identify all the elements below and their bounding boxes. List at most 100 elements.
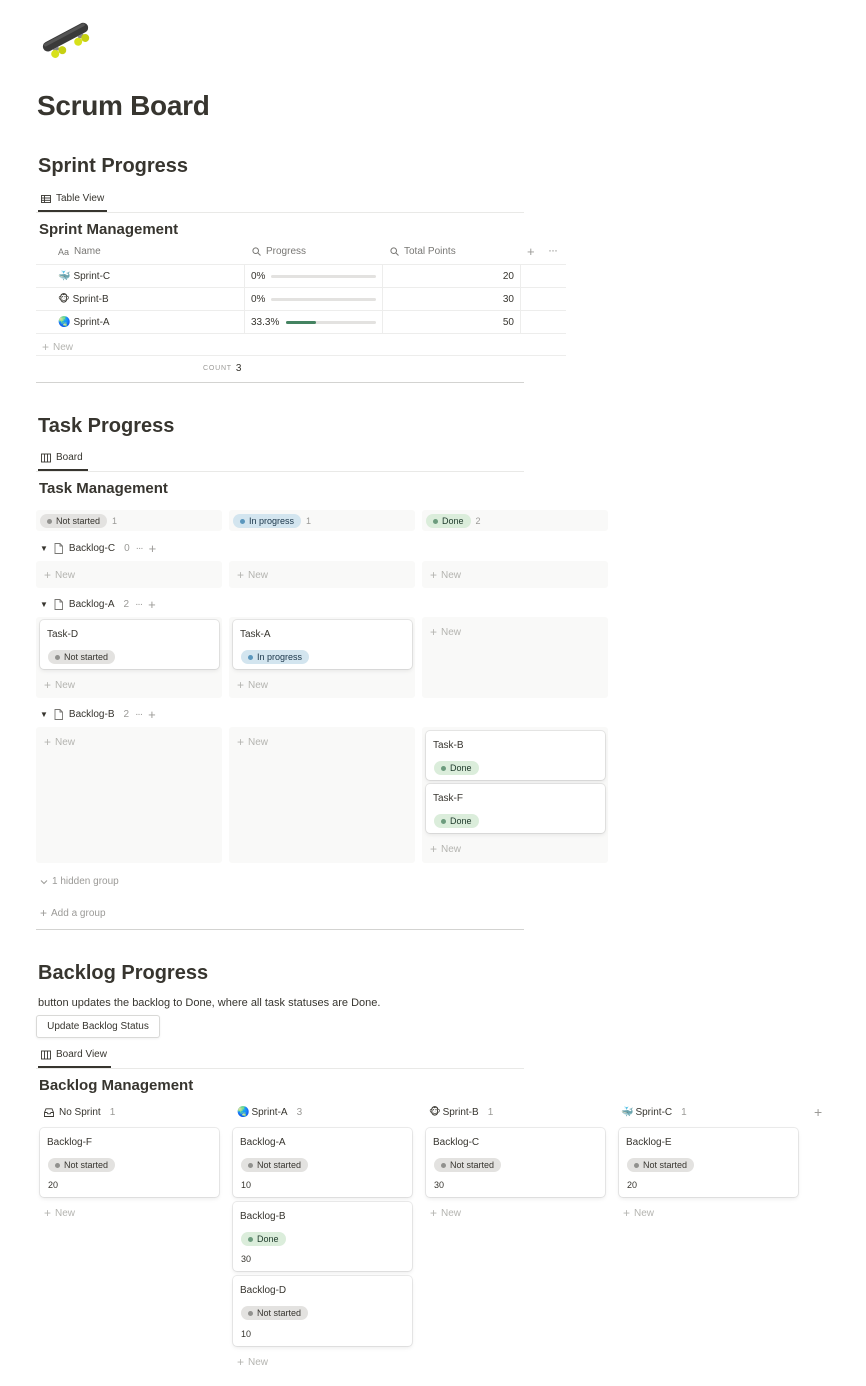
task-progress-heading[interactable]: Task Progress bbox=[38, 415, 174, 438]
status-count: 1 bbox=[306, 516, 312, 526]
plus-icon: + bbox=[237, 1355, 245, 1369]
table-row[interactable]: 🌏 Sprint-A bbox=[58, 314, 110, 330]
backlog-card[interactable]: Backlog-F Not started 20 bbox=[40, 1128, 219, 1197]
progress-cell[interactable]: 0% bbox=[251, 268, 377, 284]
new-card-button[interactable]: + New bbox=[44, 568, 75, 582]
column-header-sprint-b[interactable]: 🐵 Sprint-B 1 bbox=[429, 1107, 493, 1118]
total-points-cell[interactable]: 20 bbox=[384, 268, 514, 284]
new-card-button[interactable]: + New bbox=[237, 1355, 268, 1369]
status-pill: Done bbox=[426, 514, 471, 528]
progress-cell[interactable]: 0% bbox=[251, 291, 377, 307]
column-header-name[interactable]: Aa Name bbox=[58, 246, 101, 257]
add-column-icon[interactable]: + bbox=[814, 1104, 822, 1120]
group-header-backlog-a[interactable]: ▼ Backlog-A 2 ··· + bbox=[40, 597, 156, 612]
new-card-button[interactable]: + New bbox=[44, 735, 75, 749]
plus-icon: + bbox=[430, 568, 438, 582]
task-db-title[interactable]: Task Management bbox=[39, 480, 168, 497]
status-pill: Not started bbox=[40, 514, 108, 528]
new-card-button[interactable]: + New bbox=[44, 1206, 75, 1220]
group-header-backlog-b[interactable]: ▼ Backlog-B 2 ··· + bbox=[40, 707, 156, 722]
divider bbox=[36, 287, 566, 288]
backlog-card[interactable]: Backlog-D Not started 10 bbox=[233, 1276, 412, 1346]
new-card-button[interactable]: + New bbox=[430, 1206, 461, 1220]
divider bbox=[36, 333, 566, 334]
status-pill: Not started bbox=[241, 1158, 309, 1172]
add-icon[interactable]: + bbox=[148, 597, 156, 612]
column-header-total-points[interactable]: Total Points bbox=[390, 246, 456, 257]
column-header-progress[interactable]: Progress bbox=[252, 246, 306, 257]
divider bbox=[36, 382, 524, 383]
count-summary[interactable]: COUNT 3 bbox=[203, 363, 241, 374]
new-card-button[interactable]: + New bbox=[430, 568, 461, 582]
task-card[interactable]: Task-D Not started bbox=[40, 620, 219, 669]
status-count: 2 bbox=[475, 516, 481, 526]
more-options-icon[interactable]: ··· bbox=[136, 543, 144, 554]
new-row-button[interactable]: + New bbox=[42, 340, 73, 354]
text-type-icon: Aa bbox=[58, 246, 70, 257]
sprint-emoji: 🐳 bbox=[621, 1107, 634, 1118]
hidden-groups-toggle[interactable]: 1 hidden group bbox=[40, 876, 119, 887]
plus-icon: + bbox=[430, 1206, 438, 1220]
table-row[interactable]: 🐵 Sprint-B bbox=[58, 291, 109, 307]
total-points-cell[interactable]: 30 bbox=[384, 291, 514, 307]
plus-icon: + bbox=[237, 678, 245, 692]
update-backlog-status-button[interactable]: Update Backlog Status bbox=[36, 1015, 160, 1038]
new-card-button[interactable]: + New bbox=[237, 678, 268, 692]
column-header-no-sprint[interactable]: No Sprint 1 bbox=[44, 1107, 115, 1118]
new-card-button[interactable]: + New bbox=[237, 735, 268, 749]
backlog-card[interactable]: Backlog-B Done 30 bbox=[233, 1202, 412, 1271]
backlog-card[interactable]: Backlog-C Not started 30 bbox=[426, 1128, 605, 1197]
page-title[interactable]: Scrum Board bbox=[37, 90, 210, 122]
page-icon bbox=[54, 543, 63, 554]
status-pill: Not started bbox=[48, 1158, 116, 1172]
column-header-sprint-a[interactable]: 🌏 Sprint-A 3 bbox=[237, 1107, 302, 1118]
tab-table-view[interactable]: Table View bbox=[38, 193, 108, 212]
total-points-cell[interactable]: 50 bbox=[384, 314, 514, 330]
backlog-progress-heading[interactable]: Backlog Progress bbox=[38, 962, 208, 985]
add-column-icon[interactable]: + bbox=[527, 244, 535, 259]
new-card-button[interactable]: + New bbox=[430, 842, 461, 856]
card-points: 30 bbox=[434, 1180, 445, 1190]
backlog-card[interactable]: Backlog-E Not started 20 bbox=[619, 1128, 798, 1197]
new-card-button[interactable]: + New bbox=[44, 678, 75, 692]
card-points: 20 bbox=[627, 1180, 638, 1190]
status-dot bbox=[441, 818, 446, 824]
add-icon[interactable]: + bbox=[148, 707, 156, 722]
status-done[interactable]: Done 2 bbox=[426, 514, 481, 528]
add-group-button[interactable]: + Add a group bbox=[40, 906, 106, 920]
collapse-toggle-icon[interactable]: ▼ bbox=[40, 710, 48, 719]
sprint-progress-heading[interactable]: Sprint Progress bbox=[38, 155, 188, 178]
column-header-sprint-c[interactable]: 🐳 Sprint-C 1 bbox=[621, 1107, 687, 1118]
backlog-description[interactable]: button updates the backlog to Done, wher… bbox=[38, 997, 380, 1009]
backlog-db-title[interactable]: Backlog Management bbox=[39, 1077, 193, 1094]
backlog-card[interactable]: Backlog-A Not started 10 bbox=[233, 1128, 412, 1197]
progress-cell[interactable]: 33.3% bbox=[251, 314, 377, 330]
task-card[interactable]: Task-A In progress bbox=[233, 620, 412, 669]
card-title: Task-F bbox=[433, 793, 463, 804]
skateboard-icon[interactable] bbox=[37, 18, 95, 58]
status-in-progress[interactable]: In progress 1 bbox=[233, 514, 311, 528]
new-card-button[interactable]: + New bbox=[430, 625, 461, 639]
sprint-db-title[interactable]: Sprint Management bbox=[39, 221, 178, 238]
more-options-icon[interactable]: ··· bbox=[135, 599, 143, 610]
add-icon[interactable]: + bbox=[149, 541, 157, 556]
collapse-toggle-icon[interactable]: ▼ bbox=[40, 544, 48, 553]
plus-icon: + bbox=[430, 625, 438, 639]
status-pill: Not started bbox=[48, 650, 116, 664]
status-not-started[interactable]: Not started 1 bbox=[40, 514, 117, 528]
table-row[interactable]: 🐳 Sprint-C bbox=[58, 268, 110, 284]
status-dot bbox=[47, 518, 52, 524]
new-card-button[interactable]: + New bbox=[623, 1206, 654, 1220]
task-card[interactable]: Task-B Done bbox=[426, 731, 605, 780]
tab-board[interactable]: Board bbox=[38, 452, 88, 471]
card-title: Backlog-B bbox=[240, 1211, 286, 1222]
status-pill: Not started bbox=[241, 1306, 309, 1320]
group-header-backlog-c[interactable]: ▼ Backlog-C 0 ··· + bbox=[40, 541, 156, 556]
collapse-toggle-icon[interactable]: ▼ bbox=[40, 600, 48, 609]
table-icon bbox=[41, 194, 51, 203]
tab-board-view[interactable]: Board View bbox=[38, 1049, 111, 1068]
more-options-icon[interactable]: ··· bbox=[135, 709, 143, 720]
new-card-button[interactable]: + New bbox=[237, 568, 268, 582]
more-options-icon[interactable]: ··· bbox=[548, 243, 558, 257]
task-card[interactable]: Task-F Done bbox=[426, 784, 605, 833]
